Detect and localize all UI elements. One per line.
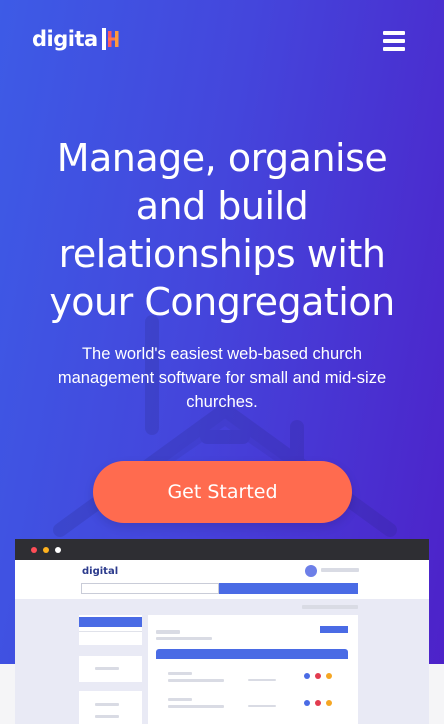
preview-status-dot (304, 700, 310, 706)
subtext-line: management software for small and mid-si… (57, 369, 387, 387)
get-started-button[interactable]: Get Started (93, 461, 352, 523)
preview-text-placeholder (95, 703, 119, 706)
preview-window-titlebar (15, 539, 429, 560)
window-minimize-dot (43, 547, 49, 553)
preview-text-placeholder (95, 667, 119, 670)
subtext-line: churches. (186, 393, 258, 411)
preview-action-button (320, 626, 348, 633)
preview-text-placeholder (168, 705, 224, 708)
preview-status-dot (326, 673, 332, 679)
preview-main-card (148, 615, 358, 724)
preview-text-placeholder (248, 705, 276, 707)
subtext-line: The world's easiest web-based church (81, 345, 363, 363)
preview-text-placeholder (156, 630, 180, 634)
preview-status-dot (315, 673, 321, 679)
window-close-dot (31, 547, 37, 553)
preview-sidebar-card (79, 656, 142, 682)
brand-logo-text: digita (32, 27, 98, 51)
preview-sidebar-card (79, 691, 142, 724)
hero-headline: Manage, organise and build relationships… (14, 134, 430, 326)
headline-line: relationships with (58, 232, 386, 276)
preview-search-button (219, 583, 358, 594)
preview-text-placeholder (248, 679, 276, 681)
preview-divider (79, 631, 142, 632)
preview-sidebar-card (79, 615, 142, 645)
preview-text-placeholder (168, 672, 192, 675)
preview-text-placeholder (156, 637, 212, 640)
preview-username-placeholder (321, 568, 359, 572)
preview-text-placeholder (168, 679, 224, 682)
preview-search-field (81, 583, 219, 594)
preview-avatar (305, 565, 317, 577)
preview-table-header (156, 649, 348, 659)
preview-logo-text: digital (82, 566, 119, 577)
window-maximize-dot (55, 547, 61, 553)
brand-logo[interactable]: digita (32, 27, 120, 51)
headline-line: Manage, organise (56, 136, 388, 180)
preview-text-placeholder (95, 715, 119, 718)
preview-status-dot (304, 673, 310, 679)
preview-sidebar-active-item (79, 617, 142, 627)
preview-status-dot (315, 700, 321, 706)
preview-text-placeholder (168, 698, 192, 701)
app-preview-screenshot: digital (15, 539, 429, 724)
brand-logo-mark-icon (101, 28, 120, 50)
hero-subtext: The world's easiest web-based church man… (30, 342, 414, 414)
preview-status-dot (326, 700, 332, 706)
preview-breadcrumb-placeholder (302, 605, 358, 609)
hamburger-menu-icon[interactable] (383, 31, 405, 51)
headline-line: your Congregation (49, 280, 395, 324)
headline-line: and build (135, 184, 309, 228)
